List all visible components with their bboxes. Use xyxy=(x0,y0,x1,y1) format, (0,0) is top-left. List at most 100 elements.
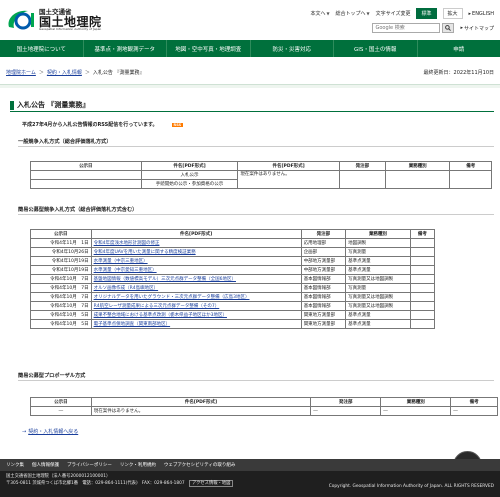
table-cell: 写真測量 xyxy=(345,247,411,257)
breadcrumb-separator-icon: ＞ xyxy=(84,69,90,76)
sitemap-label: サイトマップ xyxy=(463,25,494,32)
table-cell: 令和4年10月 7日 xyxy=(30,301,92,311)
simple-public-table-body: 令和4年11月 1日 令和4年度浅水地形計測図の修正 応用地理部 地図調製 令和4年10… xyxy=(30,238,436,329)
table-cell: 写真測量又は地図調製 xyxy=(345,274,411,284)
footer-link-terms[interactable]: リンク・利用規約 xyxy=(120,462,156,468)
back-link-label[interactable]: 契約・入札情報へ戻る xyxy=(28,428,78,435)
table-cell: 写真測量又は地図調製 xyxy=(345,292,411,302)
table-cell: 令和4年10月26日 xyxy=(30,247,92,257)
table-header-row: 公示日 件名[PDF形式] 発注部 業務種別 備考 xyxy=(30,397,498,407)
table-cell: ― xyxy=(380,406,452,416)
column-header: 公示日 xyxy=(30,229,92,239)
sitemap-icon: ▸ xyxy=(460,25,463,31)
copyright: Copyright. Geospatial Information Author… xyxy=(328,484,494,489)
arrow-right-icon: → xyxy=(22,428,27,435)
search-icon xyxy=(445,25,452,31)
notice-link[interactable]: 基盤地図情報（数値標高モデル）三次元点群データ整備（全国6地区） xyxy=(90,274,302,284)
back-to-contracts-link[interactable]: → 契約・入札情報へ戻る xyxy=(22,428,78,436)
column-header: 業務種別 xyxy=(380,397,452,407)
site-logo[interactable]: 国土交通省 国土地理院 Geospatial Information Autho… xyxy=(6,7,102,33)
breadcrumb-home[interactable]: 地理院ホーム xyxy=(6,69,36,76)
table-header-row: 公示日 件名[PDF形式] 件名[PDF形式] 発注部 業務種別 備考 xyxy=(30,161,492,171)
sitemap-link[interactable]: ▸ サイトマップ xyxy=(460,25,494,32)
table-cell: 基本図情報部 xyxy=(300,274,347,284)
nav-about[interactable]: 国土地理院について xyxy=(0,40,84,57)
table-cell: 基準点測量 xyxy=(345,265,411,275)
table-cell xyxy=(409,247,436,257)
access-info-button[interactable]: アクセス情報・地図 xyxy=(189,479,234,487)
table-cell: 写真測量又は地図調製 xyxy=(345,301,411,311)
section-proposal-title: 簡易公募型プロポーザル方式 xyxy=(18,373,86,379)
breadcrumb-current: 入札公告 『測量業務』 xyxy=(92,69,145,76)
column-header: 業務種別 xyxy=(384,161,451,171)
notice-link[interactable]: R4航空レーザ測量成果による三次元点群データ整備（その7） xyxy=(90,301,302,311)
rss-icon[interactable]: RSS xyxy=(171,122,184,127)
portal-top-label: 総合トップへ xyxy=(335,11,366,17)
column-header: 発注部 xyxy=(310,397,382,407)
footer-link-privacy-protection[interactable]: 個人情報保護 xyxy=(32,462,59,468)
font-size-label: 文字サイズ変更 xyxy=(375,11,411,17)
search-area: ▸ サイトマップ xyxy=(372,23,494,33)
table-cell: 基本図情報部 xyxy=(300,283,347,293)
notice-link[interactable]: オルソ画像作成（R4島嶼地区） xyxy=(90,283,302,293)
notice-link[interactable]: 水準測量（中京愛知三重地区） xyxy=(90,265,302,275)
table-cell: 令和4年10月 7日 xyxy=(30,292,92,302)
portal-top-link[interactable]: 総合トップへ ▼ xyxy=(336,10,370,17)
nav-maps-photos[interactable]: 地図・空中写真・地理調査 xyxy=(167,40,251,57)
table-cell: 基本図情報部 xyxy=(300,301,347,311)
table-cell: 手続開始の公示・参加資格の公示 xyxy=(140,179,239,189)
globe-icon: ▸ xyxy=(468,10,472,17)
notice-link[interactable]: 成果不整合地域における基準点改測（栃木県益子地区ほか3地区） xyxy=(90,310,302,320)
table-cell xyxy=(30,179,142,189)
notice-link[interactable]: 水準測量（中京三重地区） xyxy=(90,256,302,266)
footer-link-privacy-policy[interactable]: プライバシーポリシー xyxy=(67,462,112,468)
page-title-text: 入札公告 『測量業務』 xyxy=(17,101,90,109)
notice-link[interactable]: 令和4年度UAVを用いた測量に関する精度検証業務 xyxy=(90,247,302,257)
footer-nav: リンク集 個人情報保護 プライバシーポリシー リンク・利用規約 ウェブアクセシビ… xyxy=(0,459,500,471)
table-cell: 中部地方測量部 xyxy=(300,265,347,275)
table-cell xyxy=(409,292,436,302)
nav-geodetic-data[interactable]: 基準点・測地観測データ xyxy=(84,40,167,57)
footer-link-links[interactable]: リンク集 xyxy=(6,462,24,468)
breadcrumb-separator-icon: ＞ xyxy=(38,69,44,76)
nav-application[interactable]: 申請 xyxy=(418,40,500,57)
footer-link-accessibility[interactable]: ウェブアクセシビリティの取り組み xyxy=(164,462,236,468)
table-row: 令和4年10月26日 令和4年度UAVを用いた測量に関する精度検証業務 企画部 写真測… xyxy=(30,247,436,257)
rss-notice-text: 平成27年4月から入札公告情報のRSS配信を行っています。 xyxy=(22,122,158,128)
footer-info: 国土交通省国土地理院（法人番号2000012100001） 〒305-0811 … xyxy=(0,471,500,497)
column-header: 備考 xyxy=(450,397,498,407)
table-cell: 令和4年10月 5日 xyxy=(30,310,92,320)
table-cell: 中部地方測量部 xyxy=(300,256,347,266)
title-marker-icon xyxy=(10,100,14,110)
column-header: 件名[PDF形式] xyxy=(90,229,302,239)
simple-public-table: 公示日 件名[PDF形式] 発注部 業務種別 備考 令和4年11月 1日 令和4年… xyxy=(30,229,436,329)
table-cell: ― xyxy=(450,406,498,416)
notice-link[interactable]: 令和4年度浅水地形計測図の修正 xyxy=(90,238,302,248)
search-input[interactable] xyxy=(372,23,441,33)
table-cell: 入札公示 xyxy=(140,170,239,180)
table-cell: 令和4年10月 7日 xyxy=(30,283,92,293)
page-title: 入札公告 『測量業務』 xyxy=(10,99,494,112)
font-size-standard-button[interactable]: 標準 xyxy=(416,8,437,19)
nav-gis[interactable]: GIS・国土の情報 xyxy=(334,40,418,57)
table-cell xyxy=(409,283,436,293)
table-cell: 令和4年10月 7日 xyxy=(30,274,92,284)
english-link[interactable]: ▸ ENGLISH xyxy=(469,11,494,17)
skip-to-content-link[interactable]: 本文へ ▼ xyxy=(310,10,329,17)
column-header: 公示日 xyxy=(30,161,142,171)
nav-disaster[interactable]: 防災・災害対応 xyxy=(251,40,334,57)
table-row: 令和4年11月 1日 令和4年度浅水地形計測図の修正 応用地理部 地図調製 xyxy=(30,238,436,248)
table-row: 令和4年10月 7日 オルソ画像作成（R4島嶼地区） 基本図情報部 写真測量 xyxy=(30,283,436,293)
table-cell xyxy=(409,238,436,248)
notice-link[interactable]: 電子基準点保地調査（関東南部地区） xyxy=(90,319,302,329)
font-size-large-button[interactable]: 拡大 xyxy=(442,8,463,19)
footer-address-1: 国土交通省国土地理院（法人番号2000012100001） xyxy=(6,474,111,479)
notice-link[interactable]: オリジナルデータを用いたグラウンド・三次元点群データ整備（広島3地区） xyxy=(90,292,302,302)
section-simple-public-title: 簡易公募型競争入札方式（総合評価落札方式含む） xyxy=(18,207,138,213)
breadcrumb-contracts[interactable]: 契約・入札情報 xyxy=(47,69,82,76)
table-row: 入札公示 現在案件はありません。 xyxy=(30,170,492,189)
last-updated: 最終更新日：2022年11月10日 xyxy=(423,69,494,76)
search-button[interactable] xyxy=(442,23,455,33)
column-header: 備考 xyxy=(449,161,492,171)
table-row: 令和4年10月 5日 成果不整合地域における基準点改測（栃木県益子地区ほか3地区）… xyxy=(30,310,436,320)
